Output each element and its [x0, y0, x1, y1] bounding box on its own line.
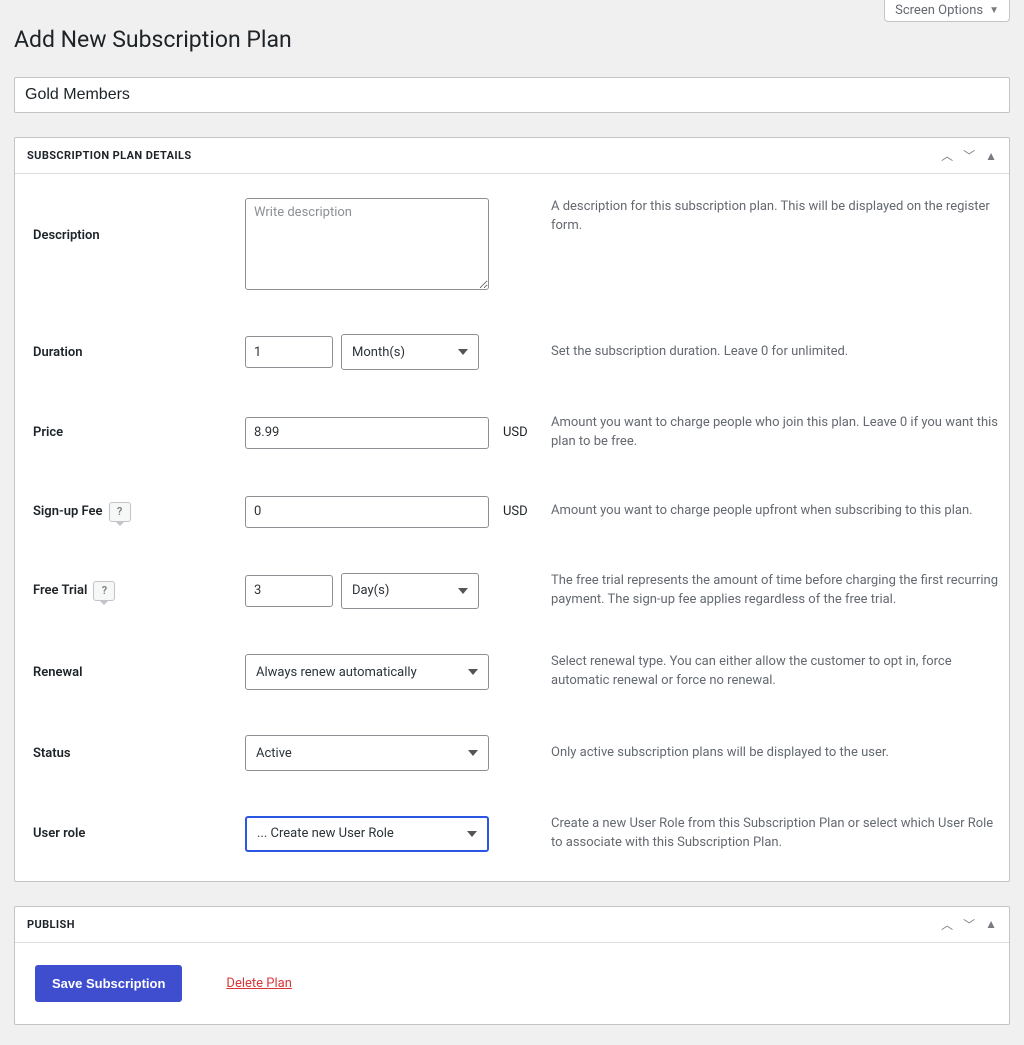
publish-panel-header: PUBLISH ︿ ﹀ ▲	[15, 907, 1009, 943]
signup-fee-currency: USD	[493, 504, 541, 519]
move-up-icon[interactable]: ︿	[941, 916, 953, 933]
status-select[interactable]: Active	[245, 735, 489, 771]
collapse-toggle-icon[interactable]: ▲	[985, 149, 997, 163]
screen-options-label: Screen Options	[895, 3, 983, 18]
row-duration: Duration Month(s) Set the subscription d…	[25, 334, 999, 370]
plan-title-input[interactable]	[14, 77, 1010, 113]
row-user-role: User role ... Create new User Role Creat…	[25, 815, 999, 853]
label-signup-fee: Sign-up Fee	[33, 504, 103, 519]
publish-panel-title: PUBLISH	[27, 918, 75, 931]
label-price: Price	[25, 425, 245, 440]
collapse-toggle-icon[interactable]: ▲	[985, 917, 997, 931]
hint-duration: Set the subscription duration. Leave 0 f…	[541, 343, 999, 362]
move-down-icon[interactable]: ﹀	[963, 147, 975, 164]
publish-panel: PUBLISH ︿ ﹀ ▲ Save Subscription Delete P…	[14, 906, 1010, 1025]
hint-status: Only active subscription plans will be d…	[541, 744, 999, 763]
label-status: Status	[25, 746, 245, 761]
label-duration: Duration	[25, 345, 245, 360]
row-description: Description A description for this subsc…	[25, 198, 999, 290]
description-textarea[interactable]	[245, 198, 489, 290]
details-panel-header: SUBSCRIPTION PLAN DETAILS ︿ ﹀ ▲	[15, 138, 1009, 174]
row-price: Price USD Amount you want to charge peop…	[25, 414, 999, 452]
row-signup-fee: Sign-up Fee ? USD Amount you want to cha…	[25, 496, 999, 528]
help-icon[interactable]: ?	[109, 502, 131, 522]
label-user-role: User role	[25, 826, 245, 841]
hint-signup-fee: Amount you want to charge people upfront…	[541, 502, 999, 521]
hint-description: A description for this subscription plan…	[541, 198, 999, 236]
free-trial-unit-select[interactable]: Day(s)	[341, 573, 479, 609]
details-panel-title: SUBSCRIPTION PLAN DETAILS	[27, 149, 192, 162]
hint-price: Amount you want to charge people who joi…	[541, 414, 999, 452]
screen-options-button[interactable]: Screen Options ▼	[884, 0, 1010, 22]
user-role-select[interactable]: ... Create new User Role	[245, 816, 489, 852]
free-trial-value-input[interactable]	[245, 575, 333, 607]
delete-plan-link[interactable]: Delete Plan	[226, 976, 291, 991]
hint-renewal: Select renewal type. You can either allo…	[541, 653, 999, 691]
hint-user-role: Create a new User Role from this Subscri…	[541, 815, 999, 853]
page-title: Add New Subscription Plan	[14, 26, 1010, 53]
duration-unit-select[interactable]: Month(s)	[341, 334, 479, 370]
renewal-select[interactable]: Always renew automatically	[245, 654, 489, 690]
save-subscription-button[interactable]: Save Subscription	[35, 965, 182, 1002]
signup-fee-input[interactable]	[245, 496, 489, 528]
move-down-icon[interactable]: ﹀	[963, 916, 975, 933]
hint-free-trial: The free trial represents the amount of …	[541, 572, 999, 610]
row-renewal: Renewal Always renew automatically Selec…	[25, 653, 999, 691]
details-panel: SUBSCRIPTION PLAN DETAILS ︿ ﹀ ▲ Descript…	[14, 137, 1010, 882]
duration-value-input[interactable]	[245, 336, 333, 368]
label-description: Description	[25, 198, 245, 243]
help-icon[interactable]: ?	[93, 581, 115, 601]
caret-down-icon: ▼	[989, 5, 999, 16]
price-currency: USD	[493, 425, 541, 440]
price-input[interactable]	[245, 417, 489, 449]
row-free-trial: Free Trial ? Day(s) The free trial repre…	[25, 572, 999, 610]
move-up-icon[interactable]: ︿	[941, 147, 953, 164]
row-status: Status Active Only active subscription p…	[25, 735, 999, 771]
label-renewal: Renewal	[25, 665, 245, 680]
label-free-trial: Free Trial	[33, 583, 87, 598]
